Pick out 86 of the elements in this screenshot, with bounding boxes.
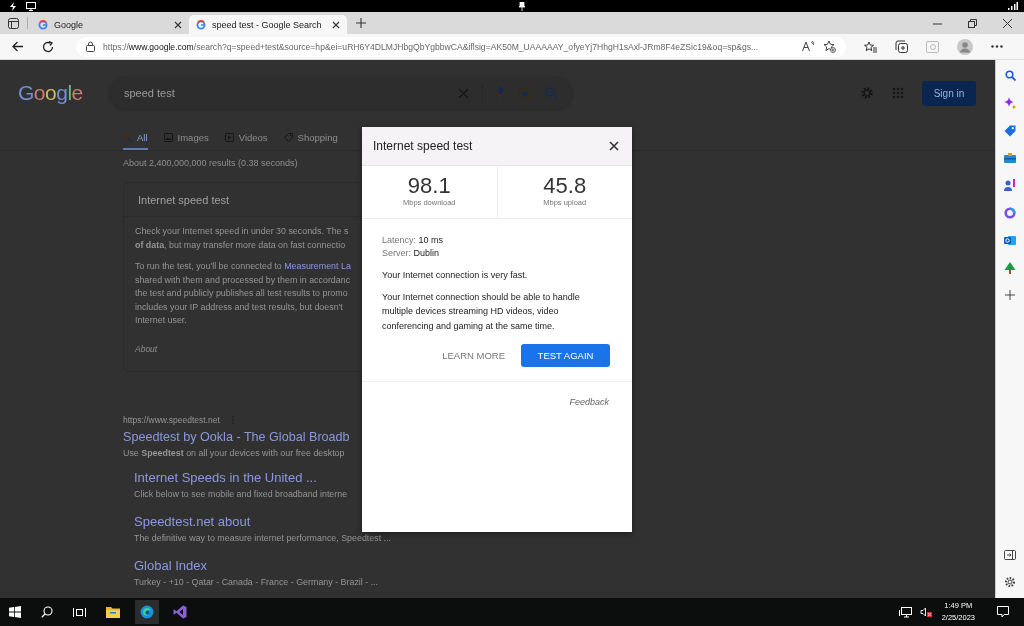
- dialog-title: Internet speed test: [373, 139, 473, 153]
- result-title-link[interactable]: Speedtest by Ookla - The Global Broadb: [123, 430, 350, 444]
- detail-value: Dublin: [413, 248, 440, 258]
- test-again-button[interactable]: TEST AGAIN: [521, 344, 610, 367]
- snippet-line: includes your IP address and test results, but doesn't: [135, 300, 343, 314]
- sitelink-snippet: Turkey - +10 - Qatar - Canada - France - Germany - Brazil - ...: [134, 577, 379, 587]
- close-icon[interactable]: [609, 141, 619, 151]
- back-icon[interactable]: [12, 41, 24, 52]
- volume-muted-icon[interactable]: [919, 606, 932, 618]
- link[interactable]: Measurement La: [284, 261, 351, 271]
- tab-title: Google: [54, 19, 85, 30]
- search-tab[interactable]: Shopping: [283, 126, 338, 150]
- snippet-line: Check your Internet speed in under 30 seconds. The s: [135, 225, 349, 238]
- url-text: https://www.google.com/search?q=speed+test&source=hp&ei=uRH6Y4DLMJHbgQbYgbbwCA&iflsig=AK50M_UAAAAAY_ofyeYj7HhgH1sAxl-JRm8F4eZSic19&oq=sp&gs...: [103, 41, 760, 52]
- ring-icon[interactable]: [1004, 207, 1016, 219]
- sidebar-panel-icon[interactable]: [1004, 550, 1016, 560]
- notification-icon[interactable]: [997, 606, 1009, 618]
- favorites-icon[interactable]: [864, 40, 877, 53]
- mail-icon[interactable]: [1004, 235, 1016, 246]
- sitelink-title[interactable]: Global Index: [134, 558, 207, 573]
- pin-icon[interactable]: [518, 1, 526, 11]
- sign-in-button[interactable]: Sign in: [922, 80, 976, 106]
- play-icon: [224, 132, 234, 142]
- close-icon[interactable]: [1003, 18, 1012, 28]
- task-view-icon[interactable]: [73, 606, 86, 618]
- verdict-text: Your Internet connection is very fast.: [382, 269, 529, 282]
- search-tab[interactable]: Images: [163, 126, 209, 150]
- about-link[interactable]: About: [135, 343, 158, 354]
- snippet-line: the test and publicly publishes all test results to promo: [135, 287, 348, 300]
- new-tab-icon[interactable]: [356, 18, 366, 28]
- feedback-link[interactable]: Feedback: [569, 397, 609, 407]
- learn-more-button[interactable]: LEARN MORE: [442, 346, 505, 365]
- close-icon[interactable]: [174, 20, 182, 29]
- address-field[interactable]: https://www.google.com/search?q=speed+test&source=hp&ei=uRH6Y4DLMJHbgQbYgbbwCA&iflsig=AK50M_UAAAAAY_ofyeYj7HhgH1sAxl-JRm8F4eZSic19&oq=sp&gs...: [76, 36, 846, 57]
- sitelink-snippet: The definitive way to measure internet performance, Speedtest ...: [134, 533, 391, 543]
- toolbox-icon[interactable]: [1004, 153, 1016, 163]
- read-aloud-icon[interactable]: [802, 41, 815, 52]
- detail-label: Server:: [382, 248, 411, 258]
- snippet-line: of data, but may transfer more data on fast connectio: [135, 238, 346, 252]
- browser-tab[interactable]: speed test - Google Search: [189, 15, 347, 34]
- detail-value: 10 ms: [418, 235, 444, 245]
- people-icon[interactable]: [1004, 179, 1016, 191]
- folder-icon[interactable]: [106, 606, 120, 618]
- refresh-icon[interactable]: [42, 40, 54, 53]
- snippet-line: To run the test, you'll be connected to Measurement La: [135, 260, 351, 273]
- tag-icon[interactable]: [1004, 125, 1016, 137]
- browser-tab[interactable]: Google: [31, 15, 189, 34]
- search-tab[interactable]: All: [123, 126, 148, 150]
- description-text: Your Internet connection should be able to handle multiple devices streaming HD videos, video conferencing and gaming at the same time.: [382, 290, 581, 333]
- restore-icon[interactable]: [968, 18, 977, 28]
- search-icon: [123, 132, 132, 142]
- signal-icon: [1008, 2, 1018, 10]
- sitelink-snippet: Click below to see mobile and fixed broadband interne: [134, 489, 348, 499]
- tab-actions-icon[interactable]: [8, 17, 19, 29]
- tag-icon: [283, 132, 293, 142]
- monitor-icon[interactable]: [26, 1, 36, 11]
- sparkle-icon[interactable]: [1004, 97, 1016, 109]
- snippet-line: shared with them and processed by them in accordanc: [135, 273, 351, 287]
- add-icon[interactable]: [1005, 290, 1015, 300]
- sitelink-title[interactable]: Internet Speeds in the United ...: [134, 470, 317, 485]
- lock-icon: [86, 41, 95, 52]
- more-icon[interactable]: [991, 45, 1003, 48]
- result-count: About 2,400,000,000 results (0.38 seconds): [123, 158, 299, 168]
- windows-start-icon[interactable]: [9, 606, 21, 618]
- tree-icon[interactable]: [1004, 262, 1016, 274]
- search-icon[interactable]: [41, 606, 53, 618]
- detail-label: Latency:: [382, 235, 417, 245]
- snippet-line: Internet user.: [135, 314, 187, 327]
- google-favicon-icon: [196, 19, 206, 30]
- close-icon[interactable]: [332, 20, 340, 29]
- settings-icon[interactable]: [1004, 576, 1016, 588]
- edge-browser-icon[interactable]: [135, 600, 159, 624]
- collections-icon[interactable]: [895, 40, 908, 53]
- result-snippet: Use Speedtest on all your devices with our free desktop: [123, 448, 345, 458]
- network-icon[interactable]: [898, 606, 912, 618]
- tab-title: speed test - Google Search: [212, 19, 323, 30]
- add-favorite-icon[interactable]: [823, 40, 836, 53]
- result-url: https://www.speedtest.net: [123, 415, 220, 425]
- profile-avatar-icon[interactable]: [957, 38, 973, 55]
- google-favicon-icon: [38, 19, 48, 30]
- search-tab[interactable]: Videos: [224, 126, 268, 150]
- sitelink-title[interactable]: Speedtest.net about: [134, 514, 251, 529]
- lightning-icon[interactable]: [9, 1, 17, 11]
- google-logo[interactable]: Google: [18, 81, 110, 105]
- visual-studio-icon[interactable]: [173, 605, 187, 619]
- image-icon: [163, 132, 173, 142]
